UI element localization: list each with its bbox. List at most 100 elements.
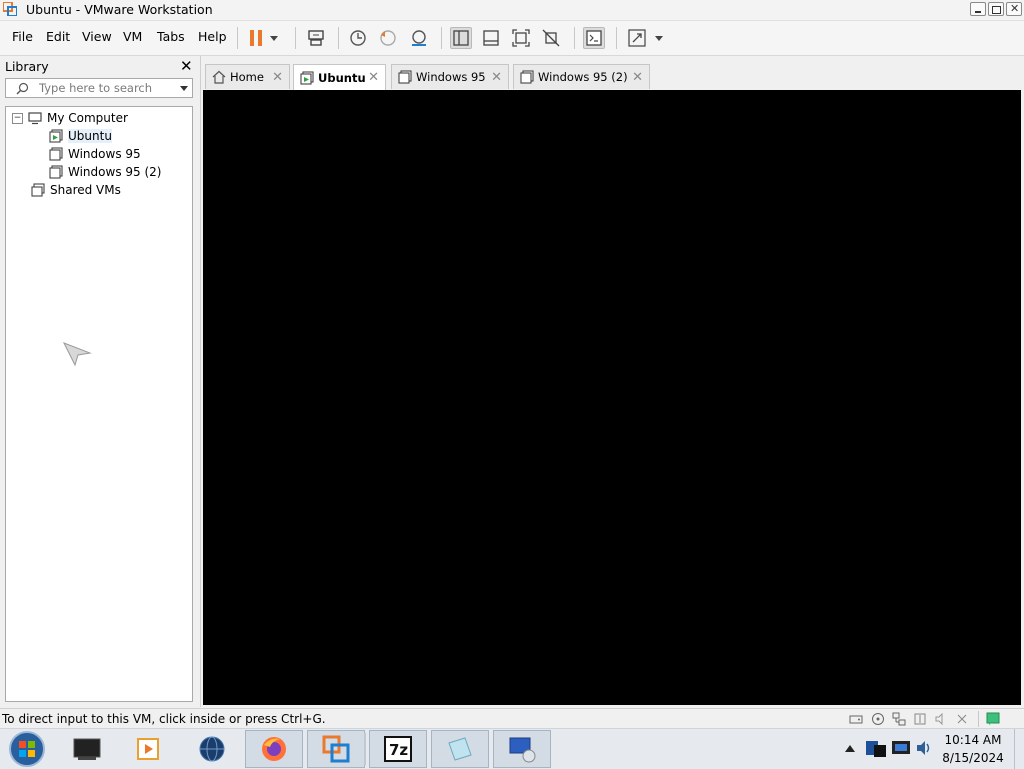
tab-label: Ubuntu (318, 70, 366, 85)
toolbar-separator (338, 27, 339, 49)
tree-item-windows-95[interactable]: Windows 95 (49, 145, 141, 163)
status-separator (978, 711, 979, 727)
console-view-icon[interactable] (583, 27, 605, 49)
toolbar-separator (616, 27, 617, 49)
terminal-icon (73, 738, 101, 760)
tree-item-windows-95-2[interactable]: Windows 95 (2) (49, 163, 161, 181)
show-desktop-button[interactable] (1014, 729, 1024, 769)
remote-desktop-icon (509, 737, 536, 763)
snapshot-icon[interactable] (347, 27, 369, 49)
snapshot-manager-icon[interactable] (408, 27, 430, 49)
close-tab-icon[interactable]: ✕ (368, 70, 379, 85)
tab-ubuntu[interactable]: Ubuntu ✕ (293, 64, 386, 90)
tree-item-ubuntu[interactable]: Ubuntu (49, 127, 112, 145)
taskbar-app-terminal[interactable] (58, 730, 116, 768)
unity-icon[interactable] (540, 27, 562, 49)
taskbar-app-7zip[interactable]: 7z (369, 730, 427, 768)
tab-label: Home (230, 70, 264, 84)
tree-item-shared-vms[interactable]: Shared VMs (31, 181, 121, 199)
menu-edit[interactable]: Edit (46, 29, 70, 44)
pause-icon[interactable] (245, 27, 267, 49)
computer-icon (28, 112, 42, 125)
taskbar-app-media-player[interactable] (119, 730, 177, 768)
network-adapter-icon[interactable] (892, 712, 906, 726)
usb-controller-icon[interactable] (913, 712, 927, 726)
tree-item-my-computer[interactable]: − My Computer (12, 109, 128, 127)
show-library-icon[interactable] (450, 27, 472, 49)
vm-running-icon (300, 70, 314, 85)
vmware-logo-icon (3, 2, 17, 16)
title-bar: Ubuntu - VMware Workstation ✕ (0, 0, 1024, 21)
tab-home[interactable]: Home ✕ (205, 64, 290, 89)
library-close-icon[interactable]: ✕ (180, 57, 193, 75)
toolbar-separator (295, 27, 296, 49)
shared-vms-icon (31, 183, 45, 197)
full-screen-icon[interactable] (510, 27, 532, 49)
minimize-button[interactable] (970, 2, 986, 16)
firefox-icon (262, 737, 286, 761)
taskbar-app-remote-desktop[interactable] (493, 730, 551, 768)
vm-icon (49, 165, 63, 179)
tab-windows-95[interactable]: Windows 95 ✕ (391, 64, 509, 89)
mouse-cursor-icon (62, 342, 92, 367)
taskbar: 7z 10:14 AM 8/15/2024 (0, 728, 1024, 769)
tree-item-label: Shared VMs (50, 183, 121, 197)
menu-tabs[interactable]: Tabs (157, 29, 185, 44)
status-bar: To direct input to this VM, click inside… (0, 708, 1024, 729)
tray-volume-icon[interactable] (915, 739, 933, 757)
vm-display[interactable] (203, 90, 1021, 705)
restore-button[interactable] (988, 2, 1004, 16)
media-player-icon (137, 738, 159, 760)
toolbar-separator (237, 27, 238, 49)
tab-bar: Home ✕ Ubuntu ✕ Windows 95 ✕ Windows 95 … (201, 56, 1024, 90)
stretch-dropdown-icon[interactable] (652, 27, 666, 49)
search-input[interactable] (39, 81, 174, 95)
start-button[interactable] (6, 730, 48, 768)
library-panel: Library ✕ − My Computer Ubuntu Windows 9… (0, 56, 201, 707)
taskbar-app-notepad[interactable] (431, 730, 489, 768)
taskbar-app-browser[interactable] (183, 730, 241, 768)
message-log-icon[interactable] (986, 712, 1000, 726)
close-button[interactable]: ✕ (1006, 2, 1022, 16)
clock-date[interactable]: 8/15/2024 (936, 751, 1010, 765)
vm-icon (49, 147, 63, 161)
cd-dvd-icon[interactable] (871, 712, 885, 726)
close-tab-icon[interactable]: ✕ (632, 70, 643, 85)
close-tab-icon[interactable]: ✕ (491, 70, 502, 85)
menu-view[interactable]: View (82, 29, 112, 44)
menu-help[interactable]: Help (198, 29, 227, 44)
tab-windows-95-2[interactable]: Windows 95 (2) ✕ (513, 64, 650, 89)
taskbar-app-vmware[interactable] (307, 730, 365, 768)
clock-time[interactable]: 10:14 AM (936, 733, 1010, 747)
toolbar-separator (441, 27, 442, 49)
tab-label: Windows 95 (416, 70, 486, 84)
display-icon[interactable] (955, 712, 969, 726)
search-dropdown-icon[interactable] (180, 86, 188, 91)
tree-item-label: Ubuntu (68, 129, 112, 143)
search-icon (16, 82, 29, 95)
home-icon (212, 70, 226, 84)
vm-icon (398, 70, 412, 84)
show-hidden-icons-icon[interactable] (845, 744, 855, 752)
taskbar-separator (364, 733, 366, 765)
close-tab-icon[interactable]: ✕ (272, 70, 283, 85)
taskbar-app-firefox[interactable] (245, 730, 303, 768)
send-ctrl-alt-del-icon[interactable] (305, 27, 327, 49)
toolbar-separator (574, 27, 575, 49)
vm-tree: − My Computer Ubuntu Windows 95 Windows … (5, 106, 193, 702)
hard-disk-icon[interactable] (849, 712, 863, 726)
tray-monitor-icon[interactable] (864, 737, 888, 761)
collapse-icon[interactable]: − (12, 112, 23, 124)
menu-file[interactable]: File (12, 29, 33, 44)
library-search (5, 78, 193, 98)
vm-icon (520, 70, 534, 84)
vmware-icon (322, 735, 350, 763)
revert-snapshot-icon[interactable] (377, 27, 399, 49)
tray-network-icon[interactable] (890, 737, 912, 759)
stretch-icon[interactable] (626, 27, 648, 49)
power-dropdown-icon[interactable] (267, 27, 281, 49)
show-thumbnail-bar-icon[interactable] (480, 27, 502, 49)
menu-vm[interactable]: VM (123, 29, 142, 44)
sound-card-icon[interactable] (934, 712, 948, 726)
vm-running-icon (49, 129, 63, 143)
